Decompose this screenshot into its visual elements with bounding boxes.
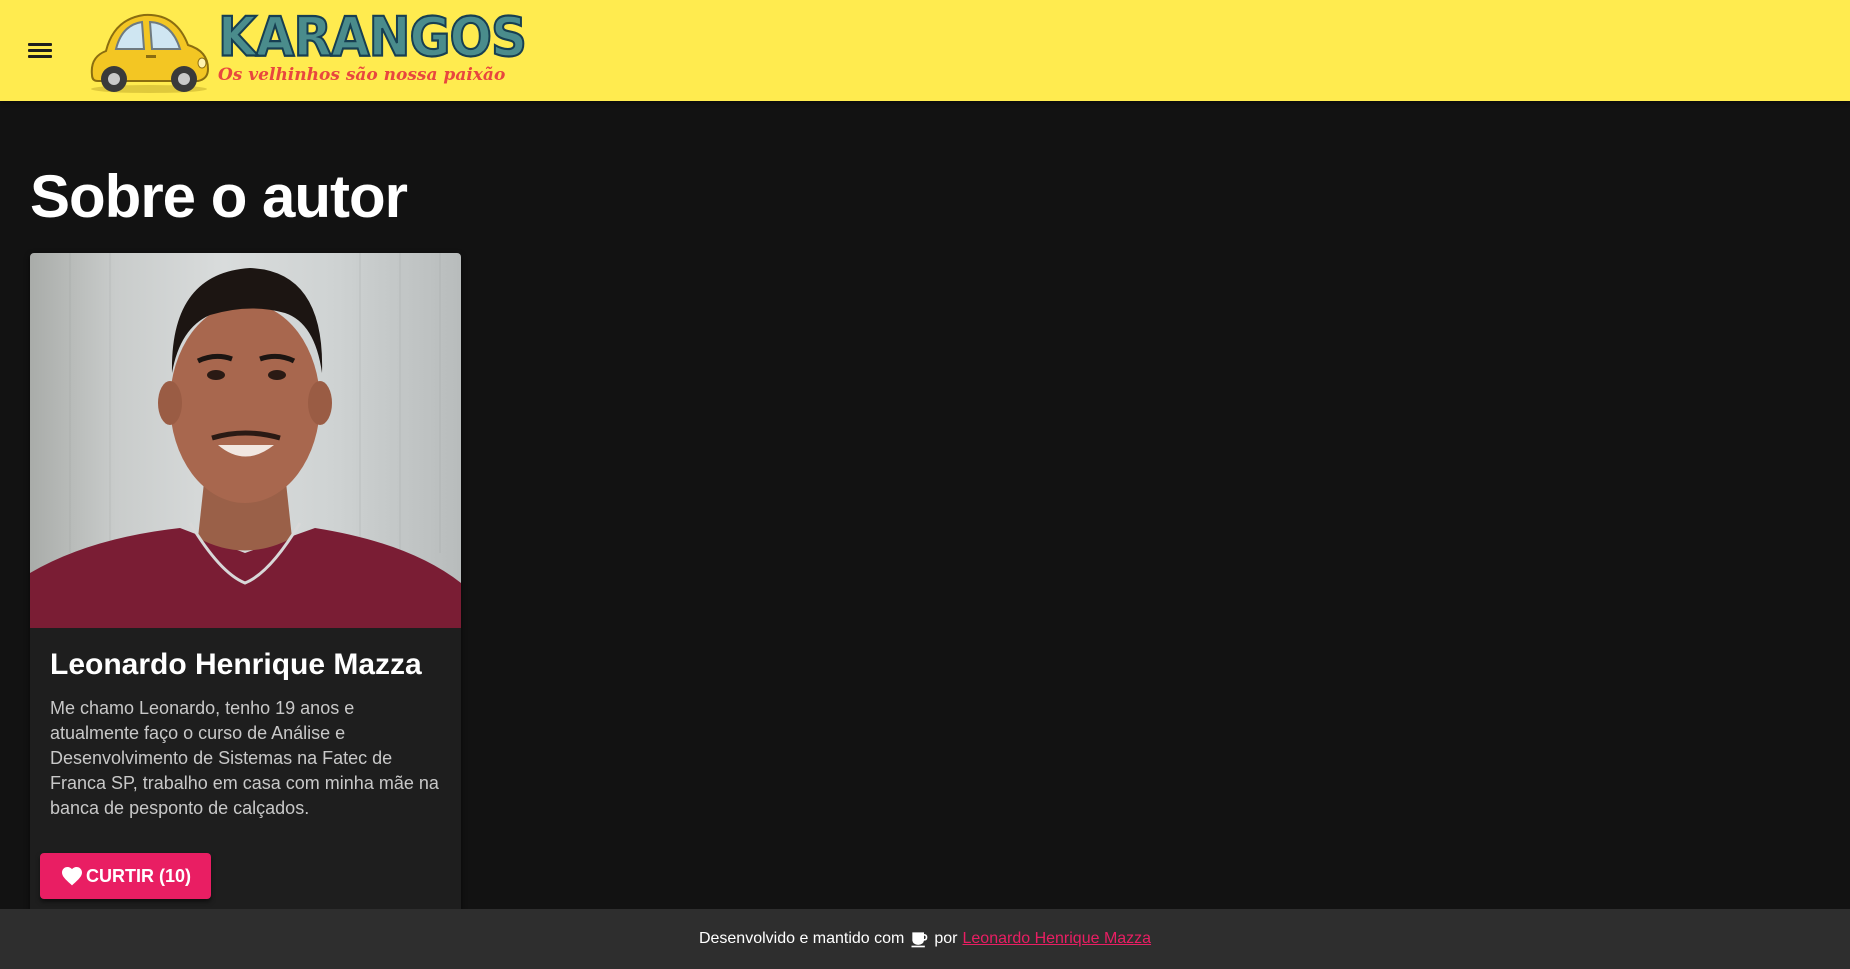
author-link[interactable]: Leonardo Henrique Mazza [963, 930, 1152, 948]
heart-icon [62, 867, 82, 886]
like-button-label: CURTIR (10) [86, 865, 192, 886]
page-title: Sobre o autor [30, 163, 408, 230]
logo-title: KARANGOS [217, 5, 528, 68]
like-button[interactable]: CURTIR (10) [40, 853, 212, 899]
author-photo [30, 253, 461, 628]
karangos-logo[interactable]: KARANGOS Os velhinhos são nossa paixão [84, 1, 528, 101]
author-card: Leonardo Henrique Mazza Me chamo Leonard… [30, 253, 461, 913]
car-icon [90, 13, 210, 93]
menu-button[interactable] [16, 27, 64, 75]
footer: Desenvolvido e mantido com por Leonardo … [0, 909, 1850, 969]
footer-text: Desenvolvido e mantido com [698, 930, 905, 947]
coffee-icon [911, 932, 928, 948]
app-bar: KARANGOS Os velhinhos são nossa paixão [0, 0, 1850, 101]
author-bio: Me chamo Leonardo, tenho 19 anos e atual… [50, 698, 439, 818]
menu-icon [28, 40, 52, 61]
author-name: Leonardo Henrique Mazza [50, 648, 422, 681]
footer-text-por: por [934, 930, 958, 947]
